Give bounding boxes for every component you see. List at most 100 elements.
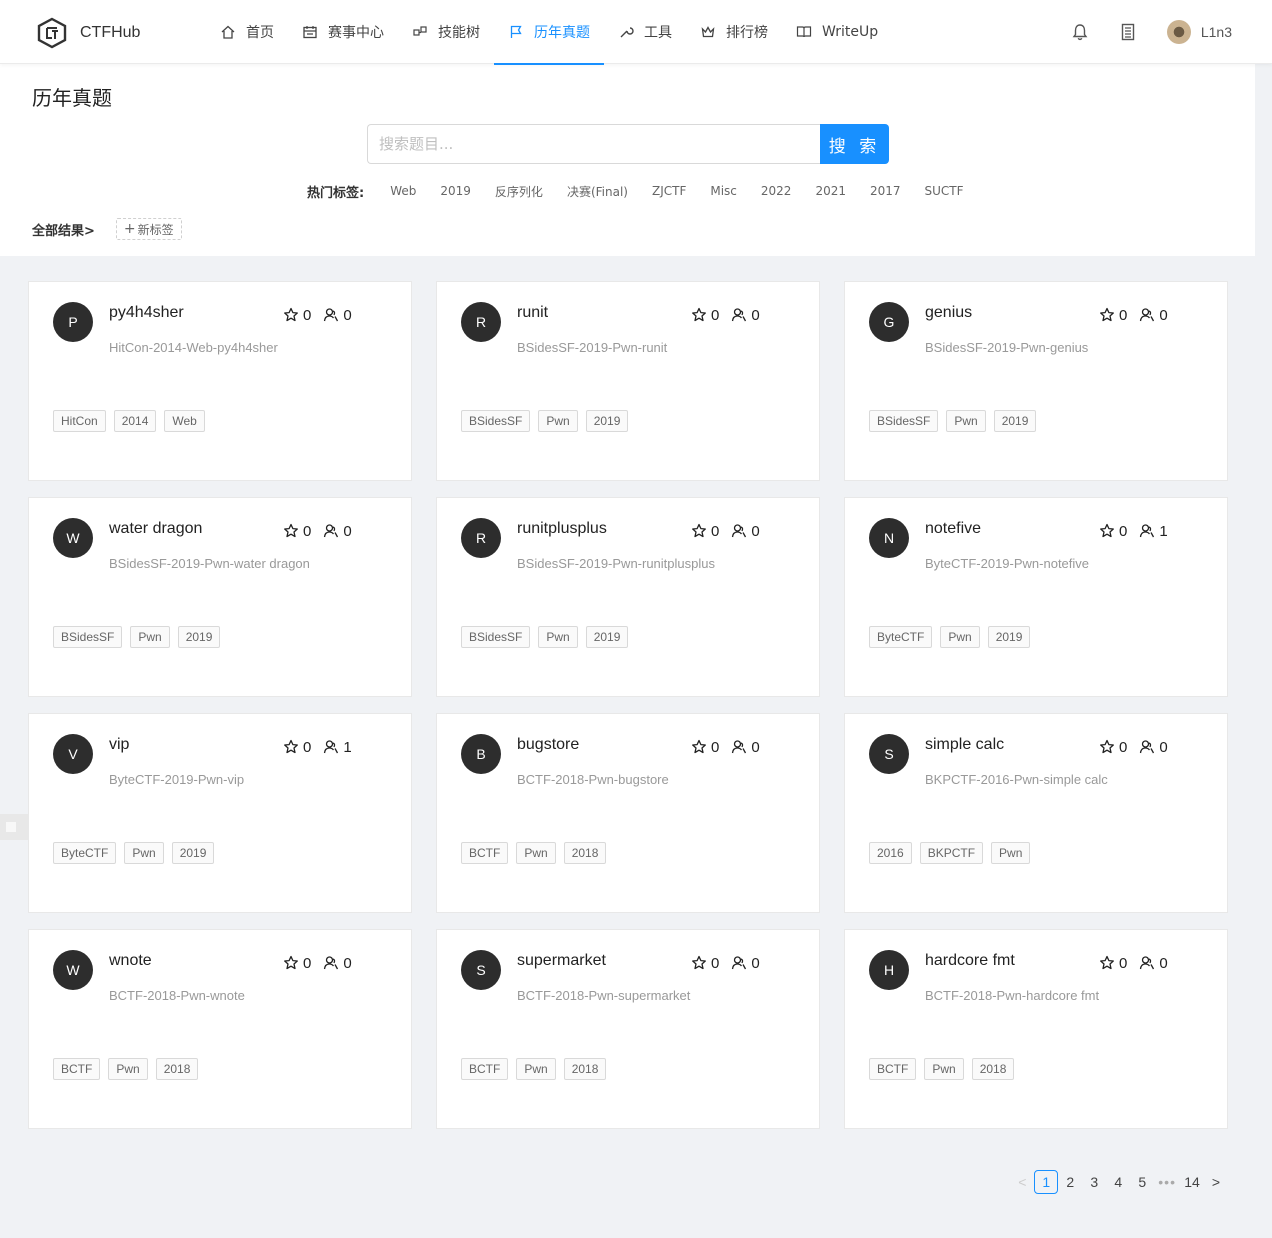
nav-item-0[interactable]: 首页 [206, 0, 288, 64]
page-number[interactable]: 3 [1082, 1170, 1106, 1194]
brand[interactable]: CTFHub [36, 16, 140, 50]
bell-icon[interactable] [1071, 23, 1089, 41]
challenge-tag[interactable]: BSidesSF [461, 626, 531, 648]
challenge-tag[interactable]: 2019 [585, 410, 629, 432]
challenge-tag[interactable]: 2016 [869, 842, 912, 864]
challenge-card[interactable]: Wwnote 0 0 BCTF-2018-Pwn-wnote BCTF Pwn 2018 [28, 929, 412, 1129]
star-icon[interactable] [691, 523, 707, 539]
hot-tag[interactable]: 2019 [428, 184, 483, 198]
challenge-tag[interactable]: 2018 [563, 1058, 607, 1080]
hot-tag[interactable]: Web [378, 184, 428, 198]
challenge-title[interactable]: py4h4sher [109, 304, 184, 322]
hot-tag[interactable]: 2017 [858, 184, 913, 198]
challenge-title[interactable]: supermarket [517, 952, 606, 970]
hot-tag[interactable]: SUCTF [913, 184, 976, 198]
challenge-tag[interactable]: 2014 [113, 410, 157, 432]
challenge-tag[interactable]: BSidesSF [869, 410, 939, 432]
star-icon[interactable] [283, 739, 299, 755]
search-input[interactable] [367, 124, 820, 164]
challenge-tag[interactable]: HitCon [53, 410, 106, 432]
search-button[interactable]: 搜 索 [820, 124, 889, 164]
challenge-tag[interactable]: Pwn [516, 842, 556, 864]
nav-item-2[interactable]: 技能树 [398, 0, 494, 64]
hot-tag[interactable]: Misc [698, 184, 749, 198]
challenge-card[interactable]: Ggenius 0 0 BSidesSF-2019-Pwn-genius BSidesS… [844, 281, 1228, 481]
challenge-card[interactable]: Hhardcore fmt 0 0 BCTF-2018-Pwn-hardcore fm… [844, 929, 1228, 1129]
challenge-tag[interactable]: 2019 [585, 626, 629, 648]
hot-tag[interactable]: 反序列化 [483, 183, 555, 200]
challenge-title[interactable]: bugstore [517, 736, 579, 754]
challenge-tag[interactable]: 2019 [171, 842, 215, 864]
star-icon[interactable] [283, 955, 299, 971]
nav-item-1[interactable]: 赛事中心 [288, 0, 398, 64]
challenge-card[interactable]: Ssupermarket 0 0 BCTF-2018-Pwn-supermarket B… [436, 929, 820, 1129]
hot-tag[interactable]: 决赛(Final) [555, 183, 640, 200]
challenge-card[interactable]: Ppy4h4sher 0 0 HitCon-2014-Web-py4h4sher Hit… [28, 281, 412, 481]
challenge-tag[interactable]: Pwn [946, 410, 986, 432]
challenge-card[interactable]: Nnotefive 0 1 ByteCTF-2019-Pwn-notefive Byte… [844, 497, 1228, 697]
challenge-tag[interactable]: 2019 [177, 626, 221, 648]
challenge-card[interactable]: Vvip 0 1 ByteCTF-2019-Pwn-vip ByteCTF Pwn 2019 [28, 713, 412, 913]
star-icon[interactable] [1099, 739, 1115, 755]
challenge-tag[interactable]: Pwn [516, 1058, 556, 1080]
user-avatar[interactable] [1166, 20, 1191, 44]
hot-tag[interactable]: 2021 [803, 184, 858, 198]
notes-icon[interactable] [1119, 23, 1137, 41]
star-icon[interactable] [1099, 523, 1115, 539]
challenge-tag[interactable]: BSidesSF [53, 626, 123, 648]
side-drawer-handle[interactable] [0, 814, 28, 840]
page-number[interactable]: 1 [1034, 1170, 1059, 1194]
challenge-title[interactable]: vip [109, 736, 129, 754]
challenge-tag[interactable]: BCTF [53, 1058, 101, 1080]
nav-item-6[interactable]: WriteUp [782, 0, 892, 64]
next-page-icon[interactable]: > [1204, 1170, 1228, 1194]
challenge-tag[interactable]: 2018 [155, 1058, 199, 1080]
challenge-title[interactable]: runitplusplus [517, 520, 607, 538]
challenge-tag[interactable]: Pwn [940, 626, 980, 648]
challenge-tag[interactable]: 2018 [563, 842, 607, 864]
hot-tag[interactable]: 2022 [749, 184, 804, 198]
challenge-tag[interactable]: 2019 [987, 626, 1031, 648]
challenge-tag[interactable]: BKPCTF [919, 842, 984, 864]
star-icon[interactable] [283, 523, 299, 539]
challenge-tag[interactable]: BCTF [869, 1058, 917, 1080]
star-icon[interactable] [691, 307, 707, 323]
challenge-tag[interactable]: BCTF [461, 1058, 509, 1080]
challenge-title[interactable]: runit [517, 304, 548, 322]
page-number-last[interactable]: 14 [1180, 1170, 1204, 1194]
star-icon[interactable] [1099, 955, 1115, 971]
challenge-tag[interactable]: Pwn [924, 1058, 964, 1080]
challenge-title[interactable]: wnote [109, 952, 152, 970]
challenge-title[interactable]: water dragon [109, 520, 202, 538]
all-results-label[interactable]: 全部结果> [32, 220, 95, 239]
challenge-tag[interactable]: Pwn [991, 842, 1031, 864]
challenge-tag[interactable]: BCTF [461, 842, 509, 864]
challenge-card[interactable]: Ssimple calc 0 0 BKPCTF-2016-Pwn-simple cal… [844, 713, 1228, 913]
star-icon[interactable] [691, 955, 707, 971]
more-pages-ellipsis[interactable]: ••• [1154, 1170, 1180, 1194]
challenge-tag[interactable]: Pwn [130, 626, 170, 648]
challenge-tag[interactable]: Pwn [124, 842, 164, 864]
challenge-tag[interactable]: Pwn [538, 626, 578, 648]
challenge-title[interactable]: genius [925, 304, 972, 322]
challenge-card[interactable]: Bbugstore 0 0 BCTF-2018-Pwn-bugstore BCTF Pwn… [436, 713, 820, 913]
page-number[interactable]: 4 [1106, 1170, 1130, 1194]
challenge-title[interactable]: simple calc [925, 736, 1004, 754]
challenge-tag[interactable]: 2019 [993, 410, 1037, 432]
star-icon[interactable] [283, 307, 299, 323]
username[interactable]: L1n3 [1201, 24, 1232, 40]
nav-item-5[interactable]: 排行榜 [686, 0, 782, 64]
challenge-tag[interactable]: Web [164, 410, 205, 432]
challenge-tag[interactable]: ByteCTF [53, 842, 117, 864]
challenge-card[interactable]: Rrunit 0 0 BSidesSF-2019-Pwn-runit BSidesSF P… [436, 281, 820, 481]
challenge-card[interactable]: Wwater dragon 0 0 BSidesSF-2019-Pwn-water d… [28, 497, 412, 697]
challenge-card[interactable]: Rrunitplusplus 0 0 BSidesSF-2019-Pwn-runitp… [436, 497, 820, 697]
challenge-title[interactable]: hardcore fmt [925, 952, 1015, 970]
challenge-tag[interactable]: Pwn [538, 410, 578, 432]
page-number[interactable]: 5 [1130, 1170, 1154, 1194]
challenge-tag[interactable]: 2018 [971, 1058, 1015, 1080]
star-icon[interactable] [1099, 307, 1115, 323]
prev-page-icon[interactable]: < [1010, 1170, 1034, 1194]
new-tag-button[interactable]: + 新标签 [115, 218, 182, 240]
nav-item-3[interactable]: 历年真题 [494, 0, 604, 65]
